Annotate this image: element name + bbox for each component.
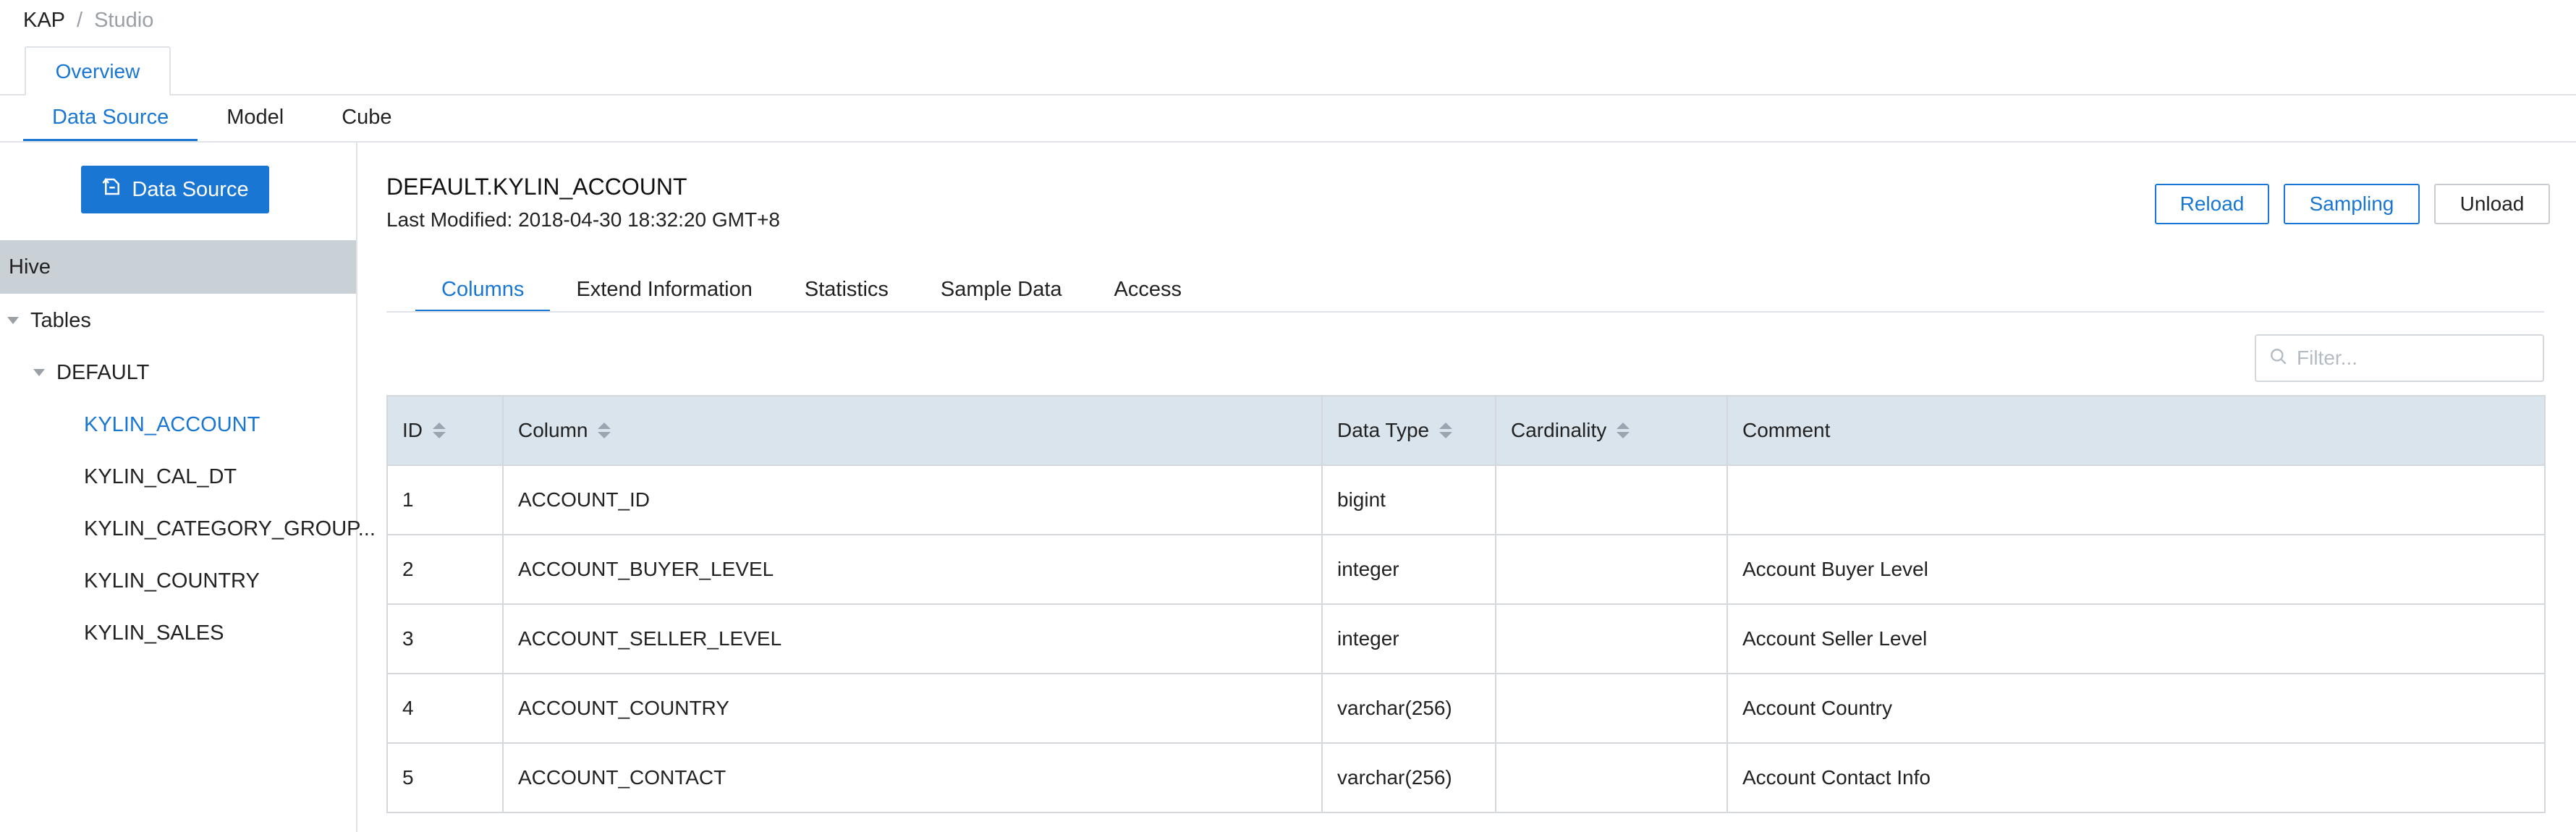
tab-sample-data[interactable]: Sample Data — [915, 269, 1088, 313]
table-row: 2 ACCOUNT_BUYER_LEVEL integer Account Bu… — [386, 534, 2546, 605]
cell-id: 2 — [386, 534, 504, 605]
header-cardinality[interactable]: Cardinality — [1495, 395, 1728, 466]
table-row: 4 ACCOUNT_COUNTRY varchar(256) Account C… — [386, 673, 2546, 744]
header-column[interactable]: Column — [502, 395, 1323, 466]
cell-comment: Account Seller Level — [1726, 603, 2546, 674]
cell-data-type: integer — [1321, 603, 1496, 674]
detail-tabs: Columns Extend Information Statistics Sa… — [415, 269, 1208, 313]
sort-icon[interactable] — [433, 423, 446, 438]
tree-node-label: DEFAULT — [56, 360, 150, 384]
cell-cardinality — [1495, 742, 1728, 813]
tree-table-kylin-category-groupings[interactable]: KYLIN_CATEGORY_GROUP... — [84, 514, 376, 543]
search-icon — [2269, 347, 2288, 370]
table-row: 3 ACCOUNT_SELLER_LEVEL integer Account S… — [386, 603, 2546, 674]
detail-tabs-divider — [386, 311, 2544, 313]
cell-cardinality — [1495, 464, 1728, 535]
sort-icon[interactable] — [1439, 423, 1453, 438]
source-type-hive[interactable]: Hive — [0, 240, 356, 294]
header-label: Comment — [1742, 419, 1831, 441]
header-label: Cardinality — [1511, 419, 1607, 441]
cell-comment: Account Contact Info — [1726, 742, 2546, 813]
cell-id: 1 — [386, 464, 504, 535]
cell-comment: Account Country — [1726, 673, 2546, 744]
header-id[interactable]: ID — [386, 395, 504, 466]
header-label: Column — [518, 419, 588, 441]
unload-button[interactable]: Unload — [2434, 184, 2550, 224]
tree-node-tables[interactable]: Tables — [7, 306, 91, 335]
breadcrumb: KAP / Studio — [23, 6, 153, 35]
load-table-icon — [101, 176, 123, 203]
tree-node-database[interactable]: DEFAULT — [33, 358, 149, 387]
cell-column: ACCOUNT_CONTACT — [502, 742, 1323, 813]
tab-extend-information[interactable]: Extend Information — [550, 269, 778, 313]
caret-down-icon[interactable] — [33, 369, 45, 376]
breadcrumb-root[interactable]: KAP — [23, 9, 65, 33]
header-comment: Comment — [1726, 395, 2546, 466]
sort-icon[interactable] — [598, 423, 611, 438]
cell-column: ACCOUNT_BUYER_LEVEL — [502, 534, 1323, 605]
header-label: ID — [402, 419, 423, 441]
filter-input[interactable] — [2297, 347, 2528, 370]
add-data-source-label: Data Source — [132, 177, 249, 201]
cell-comment: Account Buyer Level — [1726, 534, 2546, 605]
header-label: Data Type — [1337, 419, 1430, 441]
breadcrumb-current: Studio — [94, 8, 154, 32]
tree-table-kylin-account[interactable]: KYLIN_ACCOUNT — [84, 410, 260, 439]
cell-data-type: bigint — [1321, 464, 1496, 535]
table-title: DEFAULT.KYLIN_ACCOUNT — [386, 174, 687, 200]
cell-data-type: integer — [1321, 534, 1496, 605]
tab-access[interactable]: Access — [1088, 269, 1208, 313]
tab-columns[interactable]: Columns — [415, 269, 551, 313]
cell-column: ACCOUNT_ID — [502, 464, 1323, 535]
last-modified: Last Modified: 2018-04-30 18:32:20 GMT+8 — [386, 208, 781, 231]
cell-cardinality — [1495, 534, 1728, 605]
section-tabs: Data Source Model Cube — [23, 95, 421, 142]
tree-table-kylin-country[interactable]: KYLIN_COUNTRY — [84, 566, 260, 595]
header-data-type[interactable]: Data Type — [1321, 395, 1496, 466]
cell-id: 4 — [386, 673, 504, 744]
cell-comment — [1726, 464, 2546, 535]
sort-icon[interactable] — [1617, 423, 1630, 438]
cell-cardinality — [1495, 603, 1728, 674]
tree-table-kylin-cal-dt[interactable]: KYLIN_CAL_DT — [84, 462, 237, 491]
cell-id: 5 — [386, 742, 504, 813]
caret-down-icon[interactable] — [7, 317, 19, 324]
tab-cube[interactable]: Cube — [313, 95, 420, 142]
columns-table: ID Column Data Type Cardinality Comment … — [386, 395, 2546, 813]
tab-model[interactable]: Model — [198, 95, 313, 142]
sampling-button[interactable]: Sampling — [2284, 184, 2420, 224]
tree-table-kylin-sales[interactable]: KYLIN_SALES — [84, 619, 224, 648]
reload-button[interactable]: Reload — [2155, 184, 2269, 224]
cell-data-type: varchar(256) — [1321, 742, 1496, 813]
cell-id: 3 — [386, 603, 504, 674]
cell-column: ACCOUNT_COUNTRY — [502, 673, 1323, 744]
tab-statistics[interactable]: Statistics — [779, 269, 915, 313]
table-row: 1 ACCOUNT_ID bigint — [386, 464, 2546, 535]
cell-column: ACCOUNT_SELLER_LEVEL — [502, 603, 1323, 674]
tree-node-label: Tables — [30, 308, 91, 332]
section-tabs-divider — [0, 141, 2576, 143]
cell-cardinality — [1495, 673, 1728, 744]
table-header-row: ID Column Data Type Cardinality Comment — [386, 395, 2546, 466]
table-row: 5 ACCOUNT_CONTACT varchar(256) Account C… — [386, 742, 2546, 813]
cell-data-type: varchar(256) — [1321, 673, 1496, 744]
tab-overview[interactable]: Overview — [25, 46, 171, 95]
tab-data-source[interactable]: Data Source — [23, 95, 198, 142]
filter-box — [2255, 334, 2544, 382]
sidebar: Data Source Hive Tables DEFAULT KYLIN_AC… — [0, 143, 376, 832]
breadcrumb-separator: / — [77, 8, 83, 32]
add-data-source-button[interactable]: Data Source — [81, 166, 269, 213]
